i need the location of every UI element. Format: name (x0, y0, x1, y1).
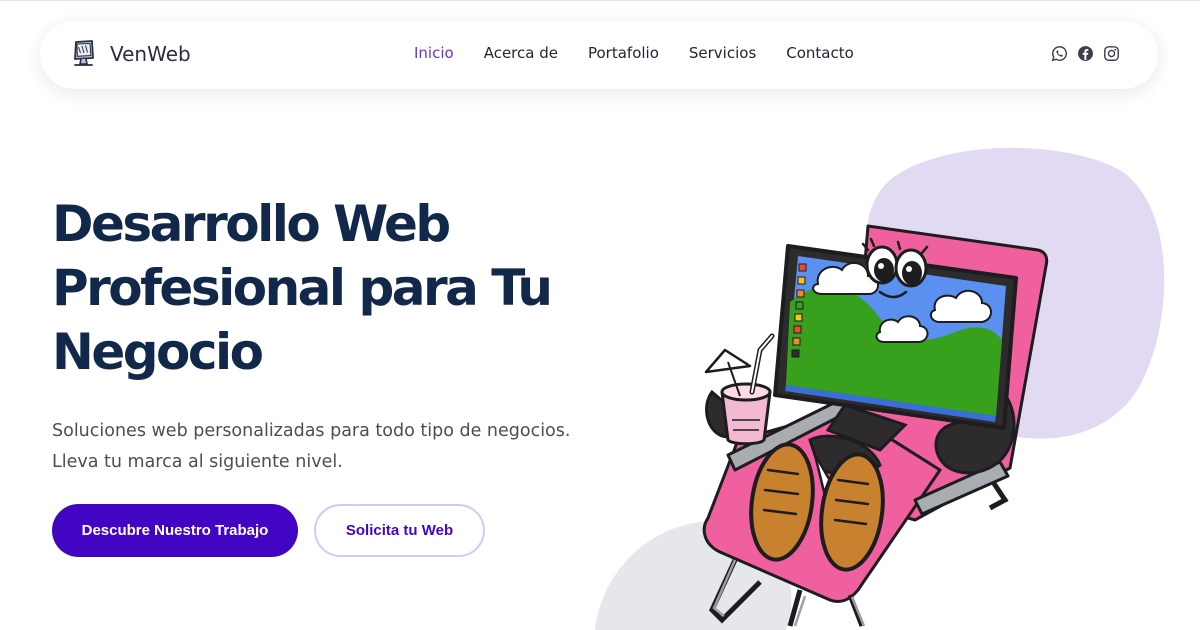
facebook-icon[interactable] (1077, 45, 1094, 62)
brand-name: VenWeb (110, 42, 191, 66)
main-nav: Inicio Acerca de Portafolio Servicios Co… (414, 44, 854, 62)
hero-illustration (595, 147, 1165, 630)
monitor-logo-icon (74, 40, 94, 66)
request-website-button[interactable]: Solicita tu Web (314, 504, 485, 557)
hero-title: Desarrollo Web Profesional para Tu Negoc… (52, 195, 553, 381)
social-links (1051, 45, 1120, 62)
whatsapp-icon[interactable] (1051, 45, 1068, 62)
nav-link-servicios[interactable]: Servicios (689, 44, 756, 62)
top-border (0, 0, 1200, 1)
hero-subtitle-line-2: Lleva tu marca al siguiente nivel. (52, 452, 343, 472)
brand[interactable]: VenWeb (70, 40, 191, 68)
nav-link-portafolio[interactable]: Portafolio (588, 44, 659, 62)
hero-subtitle: Soluciones web personalizadas para todo … (52, 416, 612, 478)
nav-link-contacto[interactable]: Contacto (786, 44, 854, 62)
nav-link-inicio[interactable]: Inicio (414, 44, 454, 62)
instagram-icon[interactable] (1103, 45, 1120, 62)
drink-straw (749, 333, 775, 395)
drink-umbrella (704, 348, 752, 374)
nav-link-acerca-de[interactable]: Acerca de (484, 44, 558, 62)
discover-work-button[interactable]: Descubre Nuestro Trabajo (52, 504, 298, 557)
hero-subtitle-line-1: Soluciones web personalizadas para todo … (52, 421, 571, 441)
navbar: VenWeb Inicio Acerca de Portafolio Servi… (40, 21, 1158, 89)
